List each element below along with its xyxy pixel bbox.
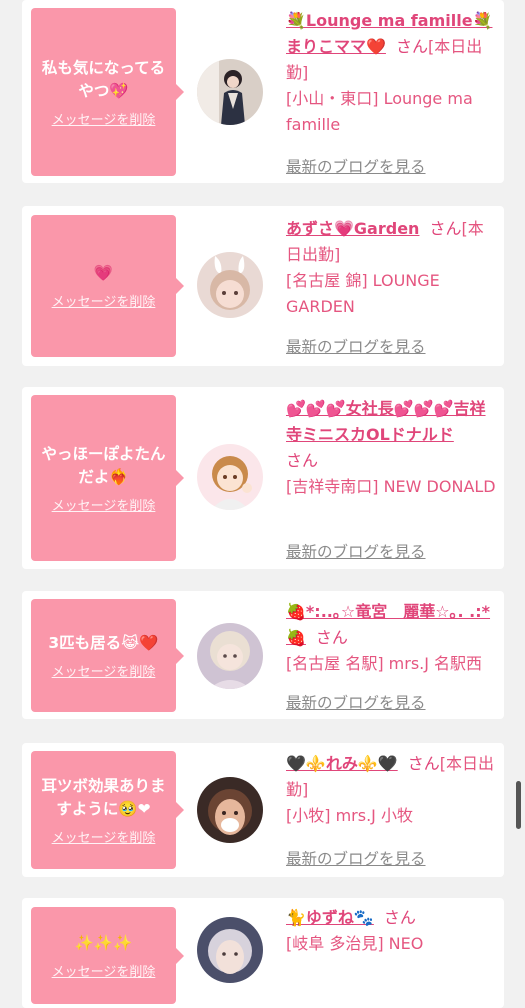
shop-info: [名古屋 錦] LOUNGE GARDEN [286, 271, 440, 316]
shop-info: [名古屋 名駅] mrs.J 名駅西 [286, 654, 483, 673]
avatar[interactable] [197, 777, 263, 843]
cast-info: あずさ💗Garden さん[本日出勤] [名古屋 錦] LOUNGE GARDEN [286, 216, 498, 320]
avatar[interactable] [197, 623, 263, 689]
cast-name-link[interactable]: 💕💕💕女社長💕💕💕吉祥寺ミニスカOLドナルド [286, 399, 486, 444]
delete-message-link[interactable]: メッセージを削除 [52, 661, 156, 680]
message-card: 💗 メッセージを削除 あずさ💗Garden さん[本日出勤] [名古屋 錦] LO… [22, 206, 504, 366]
delete-message-link[interactable]: メッセージを削除 [52, 109, 156, 128]
cast-name-link[interactable]: 🐈ゆずね🐾 [286, 908, 374, 927]
message-bubble: 3匹も居る😹❤️ メッセージを削除 [31, 599, 184, 712]
latest-blog-link[interactable]: 最新のブログを見る [286, 335, 426, 357]
latest-blog-link[interactable]: 最新のブログを見る [286, 691, 426, 713]
delete-message-link[interactable]: メッセージを削除 [52, 495, 156, 514]
message-bubble: 💗 メッセージを削除 [31, 215, 184, 357]
message-text: 私も気になってるやつ💖 [41, 58, 166, 100]
message-card: ✨✨✨ メッセージを削除 🐈ゆずね🐾 さん [岐阜 多治見] NEO [22, 898, 504, 1008]
honorific: さん [286, 451, 319, 470]
cast-name-link[interactable]: あずさ💗Garden [286, 219, 419, 238]
avatar[interactable] [197, 444, 263, 510]
shop-info: [小牧] mrs.J 小牧 [286, 806, 413, 825]
message-bubble: 耳ツボ効果ありますように🥹❤ メッセージを削除 [31, 751, 184, 869]
message-bubble: やっほーぽよたんだよ❤️‍🔥 メッセージを削除 [31, 395, 184, 561]
message-text: 3匹も居る😹❤️ [48, 633, 159, 652]
message-text: 💗 [93, 264, 114, 282]
cast-info: 🖤⚜️れみ⚜️🖤 さん[本日出勤] [小牧] mrs.J 小牧 [286, 751, 498, 829]
avatar[interactable] [197, 252, 263, 318]
message-text: ✨✨✨ [74, 933, 133, 952]
honorific: さん [429, 219, 462, 238]
message-text: 耳ツボ効果ありますように🥹❤ [41, 776, 166, 818]
latest-blog-link[interactable]: 最新のブログを見る [286, 155, 426, 177]
avatar[interactable] [197, 917, 263, 983]
cast-info: 🐈ゆずね🐾 さん [岐阜 多治見] NEO [286, 905, 498, 957]
message-card: やっほーぽよたんだよ❤️‍🔥 メッセージを削除 💕💕💕女社長💕💕💕吉祥寺ミニスカ… [22, 387, 504, 569]
avatar[interactable] [197, 59, 263, 125]
shop-info: [小山・東口] Lounge ma famille [286, 89, 473, 134]
message-bubble: 私も気になってるやつ💖 メッセージを削除 [31, 8, 184, 176]
message-card: 耳ツボ効果ありますように🥹❤ メッセージを削除 🖤⚜️れみ⚜️🖤 さん[本日出勤]… [22, 743, 504, 877]
message-text: やっほーぽよたんだよ❤️‍🔥 [41, 444, 166, 486]
scrollbar-thumb[interactable] [516, 781, 521, 829]
cast-name-link[interactable]: 🖤⚜️れみ⚜️🖤 [286, 754, 398, 773]
delete-message-link[interactable]: メッセージを削除 [52, 961, 156, 980]
shop-info: [岐阜 多治見] NEO [286, 934, 424, 953]
cast-info: 💐Lounge ma famille💐まりこママ❤️ さん[本日出勤] [小山・東… [286, 8, 498, 138]
latest-blog-link[interactable]: 最新のブログを見る [286, 847, 426, 869]
delete-message-link[interactable]: メッセージを削除 [52, 291, 156, 310]
honorific: さん [383, 908, 416, 927]
latest-blog-link[interactable]: 最新のブログを見る [286, 540, 426, 562]
message-card: 私も気になってるやつ💖 メッセージを削除 💐Lounge ma famille💐… [22, 0, 504, 183]
cast-info: 🍓*:..｡☆竜宮 麗華☆｡. .:*🍓 さん [名古屋 名駅] mrs.J 名駅… [286, 599, 498, 677]
message-bubble: ✨✨✨ メッセージを削除 [31, 907, 184, 1004]
honorific: さん [407, 754, 440, 773]
honorific: さん [395, 37, 428, 56]
message-card: 3匹も居る😹❤️ メッセージを削除 🍓*:..｡☆竜宮 麗華☆｡. .:*🍓 さん… [22, 591, 504, 719]
cast-info: 💕💕💕女社長💕💕💕吉祥寺ミニスカOLドナルドさん [吉祥寺南口] NEW DON… [286, 396, 498, 500]
honorific: さん [315, 628, 348, 647]
delete-message-link[interactable]: メッセージを削除 [52, 827, 156, 846]
shop-info: [吉祥寺南口] NEW DONALD [286, 477, 496, 496]
